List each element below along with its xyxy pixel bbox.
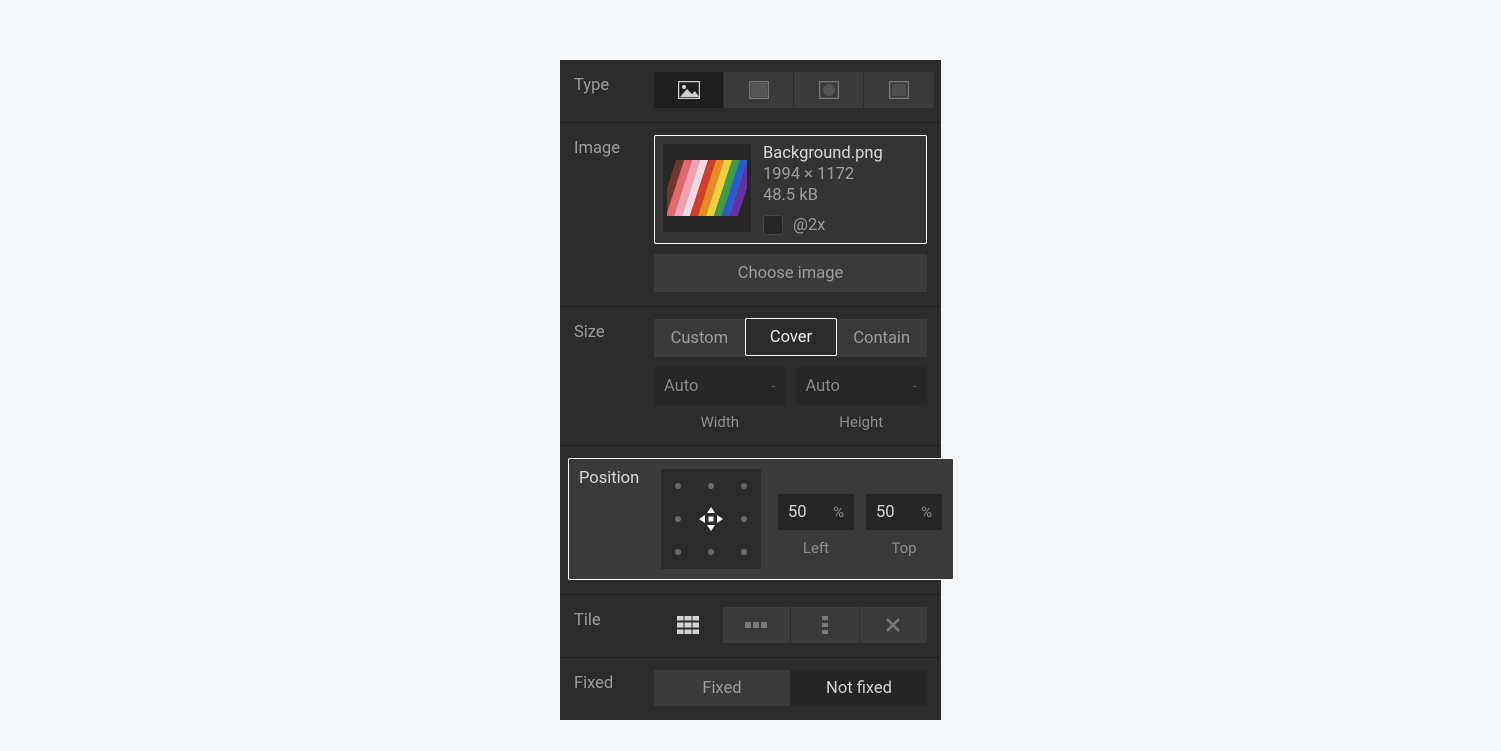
tile-both-button[interactable] <box>654 607 723 643</box>
pos-center[interactable] <box>695 503 727 535</box>
height-label: Height <box>839 413 883 431</box>
tile-horizontal-button[interactable] <box>723 607 792 643</box>
image-dimensions: 1994 × 1172 <box>763 165 883 184</box>
image-thumbnail <box>663 144 751 232</box>
size-cover-button[interactable]: Cover <box>745 318 838 356</box>
image-preview-box[interactable]: Background.png 1994 × 1172 48.5 kB @2x <box>654 135 927 244</box>
height-unit: - <box>913 377 917 395</box>
position-left-value: 50 <box>788 503 807 522</box>
image-section: Image <box>560 123 941 307</box>
move-arrows-icon <box>695 503 727 535</box>
size-section: Size Custom Cover Contain Auto - Width A… <box>560 307 941 446</box>
type-label: Type <box>574 72 648 95</box>
size-segmented-control: Custom Cover Contain <box>654 319 927 357</box>
tile-horizontal-icon <box>745 622 767 628</box>
type-buttons <box>654 72 934 108</box>
tile-section: Tile <box>560 595 941 658</box>
tile-none-button[interactable] <box>860 607 928 643</box>
position-top-input[interactable]: 50 % <box>865 493 943 531</box>
height-value: Auto <box>806 377 840 396</box>
solid-color-icon <box>889 81 909 99</box>
width-label: Width <box>700 413 739 431</box>
tile-label: Tile <box>574 607 648 630</box>
pos-top-left[interactable] <box>675 483 681 489</box>
type-radial-gradient-button[interactable] <box>794 72 864 108</box>
height-input[interactable]: Auto - <box>796 367 928 405</box>
width-value: Auto <box>664 377 698 396</box>
type-image-button[interactable] <box>654 72 724 108</box>
position-grid[interactable] <box>661 469 761 569</box>
not-fixed-button[interactable]: Not fixed <box>791 670 927 706</box>
size-custom-button[interactable]: Custom <box>654 319 746 357</box>
at2x-checkbox[interactable] <box>763 215 783 235</box>
width-input[interactable]: Auto - <box>654 367 786 405</box>
pos-bottom-center[interactable] <box>708 549 714 555</box>
image-filename: Background.png <box>763 144 883 163</box>
linear-gradient-icon <box>749 81 769 99</box>
type-section: Type <box>560 60 941 123</box>
pos-middle-right[interactable] <box>741 516 747 522</box>
position-left-unit: % <box>833 503 844 521</box>
background-settings-panel: Type <box>560 60 941 720</box>
pos-top-center[interactable] <box>708 483 714 489</box>
position-left-input[interactable]: 50 % <box>777 493 855 531</box>
position-top-unit: % <box>921 503 932 521</box>
position-left-label: Left <box>803 539 829 557</box>
position-section-outer: Position <box>560 446 941 595</box>
position-section: Position <box>568 458 954 580</box>
at2x-label: @2x <box>793 216 825 235</box>
pos-bottom-left[interactable] <box>675 549 681 555</box>
size-label: Size <box>574 319 648 342</box>
close-icon <box>886 618 900 632</box>
position-top-value: 50 <box>876 503 895 522</box>
type-linear-gradient-button[interactable] <box>724 72 794 108</box>
image-filesize: 48.5 kB <box>763 186 883 205</box>
pos-middle-left[interactable] <box>675 516 681 522</box>
position-top-label: Top <box>891 539 916 557</box>
type-color-button[interactable] <box>864 72 934 108</box>
image-label: Image <box>574 135 648 158</box>
width-unit: - <box>771 377 775 395</box>
radial-gradient-icon <box>819 81 839 99</box>
size-contain-button[interactable]: Contain <box>836 319 927 357</box>
tile-vertical-button[interactable] <box>791 607 860 643</box>
position-label: Position <box>579 469 655 488</box>
tile-vertical-icon <box>822 616 828 634</box>
choose-image-button[interactable]: Choose image <box>654 254 927 292</box>
pos-top-right[interactable] <box>741 483 747 489</box>
tile-grid-icon <box>677 616 699 634</box>
rainbow-stripes-icon <box>667 160 747 216</box>
fixed-label: Fixed <box>574 670 648 693</box>
image-icon <box>678 81 700 99</box>
fixed-section: Fixed Fixed Not fixed <box>560 658 941 720</box>
fixed-button[interactable]: Fixed <box>654 670 791 706</box>
pos-bottom-right[interactable] <box>741 549 747 555</box>
image-metadata: Background.png 1994 × 1172 48.5 kB @2x <box>763 144 883 235</box>
